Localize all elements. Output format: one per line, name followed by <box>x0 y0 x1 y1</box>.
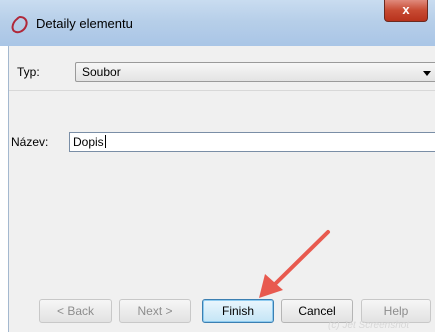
annotation-arrow <box>259 230 330 298</box>
watermark: (c) Jet Screenshot <box>328 320 410 331</box>
